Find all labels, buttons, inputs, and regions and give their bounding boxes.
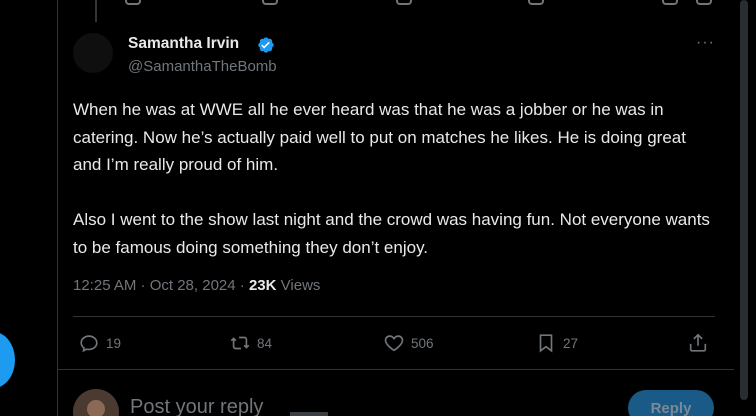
tweet-paragraph: When he was at WWE all he ever heard was…: [73, 100, 686, 174]
horizontal-scrollbar[interactable]: [290, 412, 328, 416]
scrollbar[interactable]: [740, 0, 748, 400]
like-button[interactable]: 506: [383, 329, 434, 357]
bookmark-icon: [539, 334, 553, 353]
tweet-actions-bar: 19 84 506 27: [73, 329, 715, 357]
thread-connector-line: [95, 0, 97, 22]
reply-input[interactable]: Post your reply: [130, 396, 263, 416]
more-options-icon[interactable]: ···: [696, 34, 715, 52]
divider: [57, 369, 734, 370]
tweet-timestamp[interactable]: 12:25 AM · Oct 28, 2024: [73, 277, 236, 294]
like-icon-parent[interactable]: [396, 0, 412, 5]
share-button[interactable]: [687, 329, 709, 357]
bookmark-icon-parent[interactable]: [662, 0, 678, 5]
tweet-text: When he was at WWE all he ever heard was…: [73, 96, 713, 261]
repost-button[interactable]: 84: [229, 329, 272, 357]
verified-badge-icon[interactable]: [257, 36, 275, 54]
bookmark-count: 27: [563, 335, 579, 351]
share-icon: [689, 333, 707, 352]
like-count: 506: [411, 335, 434, 351]
reply-icon: [80, 335, 98, 353]
share-icon-parent[interactable]: [696, 0, 712, 5]
repost-count: 84: [257, 335, 273, 351]
reply-submit-button[interactable]: Reply: [628, 390, 714, 416]
repost-icon-parent[interactable]: [262, 0, 278, 5]
author-name[interactable]: Samantha Irvin: [128, 35, 239, 53]
bookmark-button[interactable]: 27: [535, 329, 578, 357]
meta-separator: ·: [239, 277, 245, 294]
reply-button[interactable]: 19: [78, 329, 121, 357]
tweet-meta: 12:25 AM · Oct 28, 2024 · 23K Views: [73, 277, 320, 294]
repost-icon: [230, 336, 250, 350]
author-avatar[interactable]: [73, 33, 113, 73]
author-handle[interactable]: @SamanthaTheBomb: [128, 58, 277, 75]
reply-count: 19: [106, 335, 122, 351]
tweet-paragraph: Also I went to the show last night and t…: [73, 210, 710, 257]
divider: [73, 316, 715, 317]
heart-icon: [384, 335, 404, 352]
views-icon-parent[interactable]: [528, 0, 544, 5]
views-count: 23K: [248, 277, 277, 294]
reply-icon-parent[interactable]: [125, 0, 141, 5]
views-label: Views: [280, 277, 321, 294]
